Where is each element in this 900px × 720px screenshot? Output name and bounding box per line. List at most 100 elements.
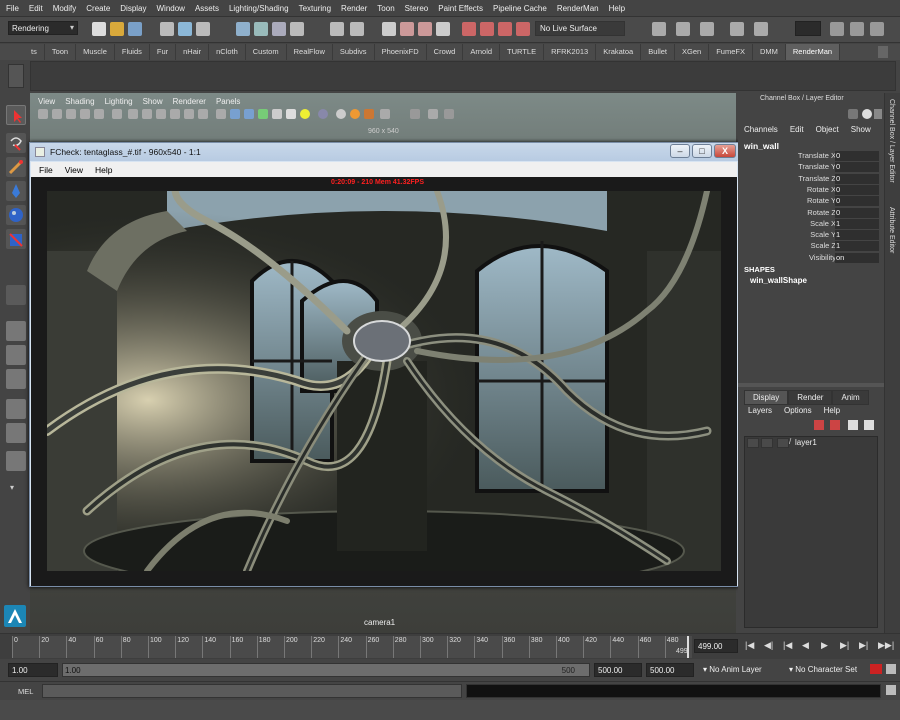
select-tool-icon[interactable] [6,105,26,125]
shelf-tab-muscle[interactable]: Muscle [76,44,115,60]
fcheck-menu-help[interactable]: Help [95,165,112,175]
step-back-frame-icon[interactable]: |◀ [783,640,792,651]
menu-texturing[interactable]: Texturing [299,4,331,13]
channel-box-icon[interactable] [850,22,864,36]
fcheck-window[interactable]: FCheck: tentaglass_#.tif - 960x540 - 1:1… [29,142,739,587]
outliner-icon[interactable] [830,22,844,36]
layout-icon[interactable] [870,22,884,36]
shelf-tab-custom[interactable]: Custom [246,44,287,60]
field-chart-icon[interactable] [170,109,180,119]
menu-file[interactable]: File [6,4,19,13]
menu-edit[interactable]: Edit [29,4,43,13]
input-line-icon[interactable] [676,22,690,36]
menu-paint-effects[interactable]: Paint Effects [438,4,483,13]
save-scene-icon[interactable] [128,22,142,36]
side-tab-attribute-editor[interactable]: Attribute Editor [888,207,895,253]
menu-renderman[interactable]: RenderMan [557,4,599,13]
safe-title-icon[interactable] [198,109,208,119]
tool-settings-icon[interactable] [754,22,768,36]
layout-side-icon[interactable] [6,369,26,389]
move-up-icon[interactable] [848,420,858,430]
menu-modify[interactable]: Modify [53,4,77,13]
play-forward-icon[interactable]: ▶ [821,640,828,651]
channel-row[interactable]: Translate Z0 [738,173,884,185]
maximize-button[interactable]: □ [692,144,712,158]
open-scene-icon[interactable] [110,22,124,36]
mel-label[interactable]: MEL [18,687,33,696]
menu-set-dropdown[interactable]: Rendering ▾ [8,21,78,35]
shelf-tab-dmm[interactable]: DMM [753,44,786,60]
layout-hypershade-icon[interactable] [6,423,26,443]
use-all-lights-icon[interactable] [272,109,282,119]
channel-value[interactable]: 0 [835,184,879,195]
menu-toon[interactable]: Toon [377,4,394,13]
shelf-tab-fumefx[interactable]: FumeFX [709,44,753,60]
viewport-menu-show[interactable]: Show [143,97,163,106]
step-forward-key-icon[interactable]: ▶| [859,640,868,651]
shelf-tab-bullet[interactable]: Bullet [641,44,675,60]
render-view-icon[interactable] [382,22,396,36]
shelf-tab-toon[interactable]: Toon [45,44,77,60]
wireframe-on-shaded-icon[interactable] [244,109,254,119]
construction-history-icon[interactable] [350,22,364,36]
2d-pan-icon[interactable] [94,109,104,119]
new-scene-icon[interactable] [92,22,106,36]
channel-row[interactable]: Scale Y1 [738,230,884,241]
layer-menu-options[interactable]: Options [784,406,812,415]
rman-ipr-icon[interactable] [480,22,494,36]
viewport-menu-lighting[interactable]: Lighting [105,97,133,106]
shelf-tab-turtle[interactable]: TURTLE [500,44,545,60]
symmetry-icon[interactable] [652,22,666,36]
minimize-button[interactable]: – [670,144,690,158]
hud-icon[interactable] [428,109,438,119]
channel-box-toggle-icon[interactable] [848,109,858,119]
fcheck-titlebar[interactable]: FCheck: tentaglass_#.tif - 960x540 - 1:1… [30,143,738,161]
shelf-menu-icon[interactable] [8,64,24,88]
layout-persp-graph-icon[interactable] [6,399,26,419]
menu-assets[interactable]: Assets [195,4,219,13]
channel-menu-show[interactable]: Show [851,125,871,134]
attribute-editor-toggle-icon[interactable] [862,109,872,119]
last-tool-icon[interactable] [6,285,26,305]
select-hierarchy-icon[interactable] [160,22,174,36]
start-time-field[interactable]: 1.00 [8,663,58,677]
film-gate-icon[interactable] [128,109,138,119]
rman-render-icon[interactable] [462,22,476,36]
safe-action-icon[interactable] [184,109,194,119]
step-back-key-icon[interactable]: ◀| [764,640,773,651]
fcheck-image-area[interactable]: 0:20:09 - 210 Mem 41.32FPS [31,177,737,586]
ipr-render-icon[interactable] [418,22,432,36]
menu-display[interactable]: Display [120,4,146,13]
layer-menu-layers[interactable]: Layers [748,406,772,415]
playback-end-field[interactable]: 500.00 [646,663,694,677]
image-plane-icon[interactable] [80,109,90,119]
layer-color-swatch[interactable] [777,438,789,448]
viewport-menu-panels[interactable]: Panels [216,97,240,106]
channel-row[interactable]: Rotate X0 [738,184,884,196]
channel-value[interactable]: 0 [835,196,879,207]
wireframe-icon[interactable] [216,109,226,119]
channel-value[interactable]: 0 [835,207,879,218]
shadows-icon[interactable] [286,109,296,119]
shelf-tab-renderman[interactable]: RenderMan [785,44,841,60]
channel-row[interactable]: Translate X0 [738,151,884,162]
channel-menu-edit[interactable]: Edit [790,125,804,134]
shelf-tab-realflow[interactable]: RealFlow [287,44,333,60]
expand-layouts-icon[interactable]: ▾ [10,483,14,492]
grid-icon[interactable] [112,109,122,119]
channel-row[interactable]: Rotate Z0 [738,207,884,219]
shelf-tab-ncloth[interactable]: nCloth [209,44,246,60]
channel-menu-object[interactable]: Object [816,125,839,134]
motion-blur-icon[interactable] [318,109,328,119]
smooth-shade-icon[interactable] [230,109,240,119]
new-layer-selected-icon[interactable] [830,420,840,430]
xray-joints-icon[interactable] [410,109,420,119]
menu-window[interactable]: Window [157,4,185,13]
layout-four-icon[interactable] [6,345,26,365]
shelf-tab-phoenixfd[interactable]: PhoenixFD [375,44,427,60]
selected-object-name[interactable]: win_wall [744,141,779,151]
channel-value[interactable]: 0 [835,162,879,173]
play-backward-icon[interactable]: ◀ [802,640,809,651]
close-button[interactable]: X [714,144,736,158]
fcheck-menu-file[interactable]: File [39,165,53,175]
